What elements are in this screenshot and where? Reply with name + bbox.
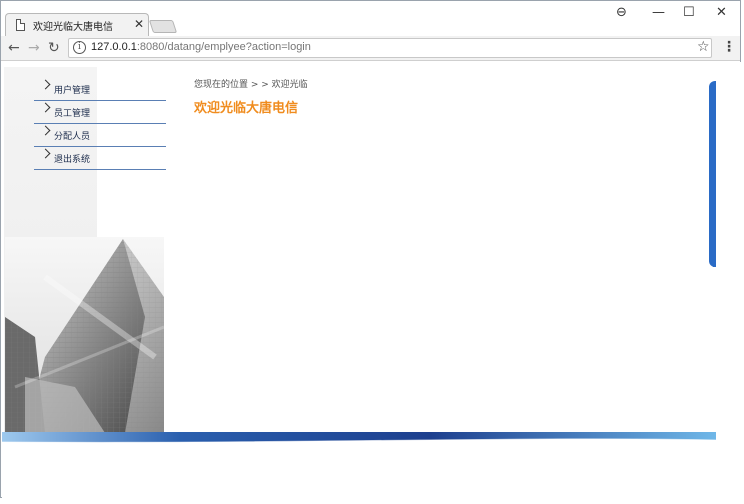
close-window-button[interactable]: ✕ <box>716 5 727 20</box>
chevron-right-icon <box>40 79 51 90</box>
maximize-button[interactable]: ☐ <box>683 5 695 20</box>
browser-window: 欢迎光临大唐电信 ✕ ⊖ — ☐ ✕ ← → ↻ i 127.0.0.1:808… <box>0 0 742 499</box>
address-bar[interactable]: i 127.0.0.1:8080/datang/emplyee?action=l… <box>68 38 712 58</box>
sidebar-item-label: 员工管理 <box>54 109 91 119</box>
new-tab-button[interactable] <box>148 20 178 33</box>
browser-tab[interactable]: 欢迎光临大唐电信 ✕ <box>5 13 149 37</box>
page-content: 用户管理 员工管理 分配人员 退出系统 您现在的位置 > > 欢迎光临 欢迎光临… <box>2 62 742 499</box>
chevron-right-icon <box>40 102 51 113</box>
reload-button[interactable]: ↻ <box>48 40 60 56</box>
sidebar-item-label: 用户管理 <box>54 86 91 96</box>
account-icon[interactable]: ⊖ <box>616 5 627 20</box>
address-text[interactable]: 127.0.0.1:8080/datang/emplyee?action=log… <box>91 41 311 53</box>
tab-close-icon[interactable]: ✕ <box>134 17 144 31</box>
right-decorative-bar <box>709 81 716 267</box>
address-host: 127.0.0.1 <box>91 41 137 53</box>
sidebar-nav: 用户管理 员工管理 分配人员 退出系统 <box>34 78 166 170</box>
bookmark-star-icon[interactable]: ☆ <box>697 39 710 55</box>
chevron-right-icon <box>40 125 51 136</box>
sidebar-item-employee-management[interactable]: 员工管理 <box>34 101 166 124</box>
page-icon <box>16 19 25 31</box>
tab-title: 欢迎光临大唐电信 <box>33 22 113 33</box>
browser-toolbar: ← → ↻ i 127.0.0.1:8080/datang/emplyee?ac… <box>1 36 740 61</box>
forward-button[interactable]: → <box>28 40 40 56</box>
building-image <box>5 237 164 433</box>
chevron-right-icon <box>40 148 51 159</box>
sidebar-item-label: 退出系统 <box>54 155 91 165</box>
sidebar-item-assign-staff[interactable]: 分配人员 <box>34 124 166 147</box>
address-path: :8080/datang/emplyee?action=login <box>136 41 311 53</box>
sidebar-item-label: 分配人员 <box>54 132 91 142</box>
minimize-button[interactable]: — <box>652 5 665 20</box>
sidebar-item-logout[interactable]: 退出系统 <box>34 147 166 170</box>
browser-menu-icon[interactable]: ⋮ <box>722 39 736 55</box>
info-icon[interactable]: i <box>73 41 86 54</box>
page-title: 欢迎光临大唐电信 <box>194 101 299 116</box>
title-bar: 欢迎光临大唐电信 ✕ ⊖ — ☐ ✕ <box>1 1 740 37</box>
back-button[interactable]: ← <box>8 40 20 56</box>
sidebar-item-user-management[interactable]: 用户管理 <box>34 78 166 101</box>
bottom-wave-decoration <box>2 432 716 443</box>
breadcrumb: 您现在的位置 > > 欢迎光临 <box>194 80 308 90</box>
